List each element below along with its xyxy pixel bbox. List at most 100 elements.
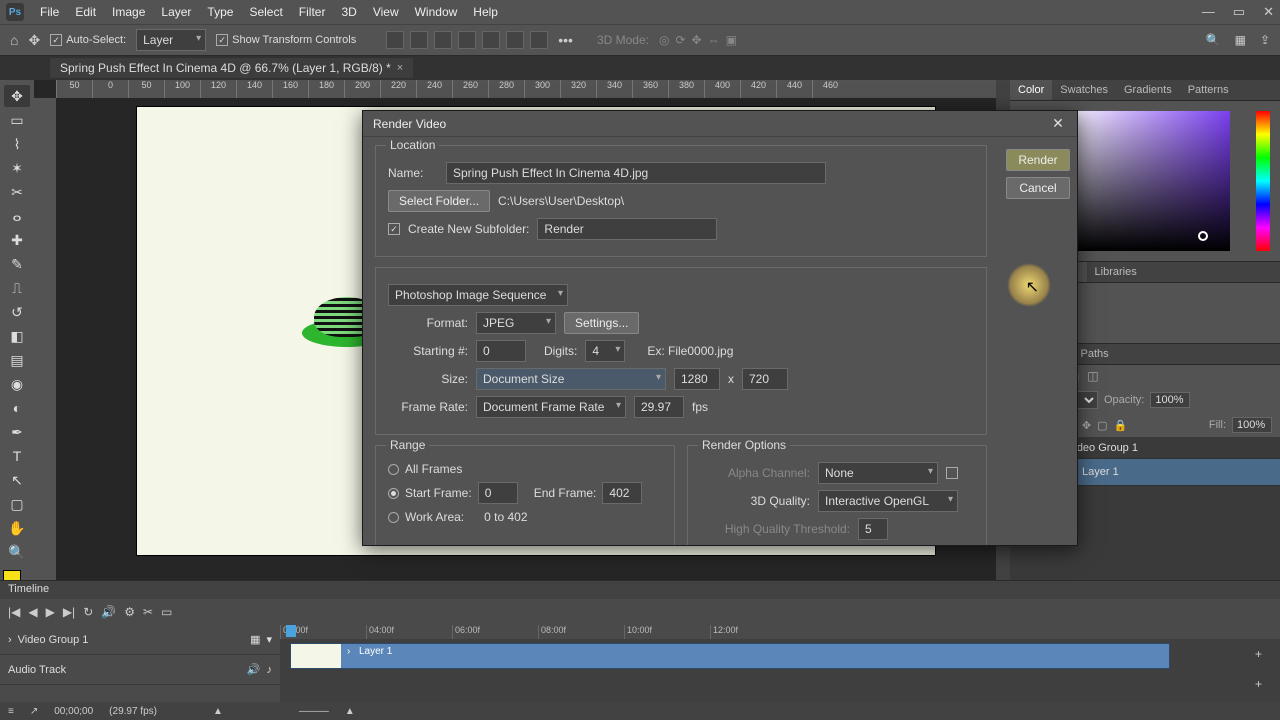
zoom-in-icon[interactable]: ▲ <box>345 706 355 717</box>
filename-input[interactable] <box>446 162 826 184</box>
quality-select[interactable]: Interactive OpenGL <box>818 490 958 512</box>
starting-number-input[interactable] <box>476 340 526 362</box>
home-icon[interactable]: ⌂ <box>10 32 18 48</box>
subfolder-input[interactable] <box>537 218 717 240</box>
lock-position-icon[interactable]: ✥ <box>1082 419 1091 432</box>
mute-icon[interactable]: 🔊 <box>101 605 116 619</box>
type-tool[interactable]: T <box>4 445 30 467</box>
digits-select[interactable]: 4 <box>585 340 625 362</box>
shape-tool[interactable]: ▢ <box>4 493 30 515</box>
zoom-slider[interactable]: ——— <box>299 706 329 717</box>
stamp-tool[interactable]: ⎍ <box>4 277 30 299</box>
color-field[interactable] <box>1060 111 1230 251</box>
tab-color[interactable]: Color <box>1010 80 1052 100</box>
render-button[interactable]: Render <box>1006 149 1070 171</box>
menu-layer[interactable]: Layer <box>153 5 199 19</box>
menu-file[interactable]: File <box>32 5 67 19</box>
audio-menu-icon[interactable]: ♪ <box>267 664 273 676</box>
timeline-menu-icon[interactable]: ≡ <box>8 706 14 717</box>
wand-tool[interactable]: ✶ <box>4 157 30 179</box>
prev-frame-icon[interactable]: ◀ <box>28 605 37 619</box>
close-app-icon[interactable]: ✕ <box>1263 4 1274 20</box>
convert-icon[interactable]: ↗ <box>30 706 38 717</box>
pen-tool[interactable]: ✒ <box>4 421 30 443</box>
close-tab-icon[interactable]: × <box>397 62 403 74</box>
doc-tab[interactable]: Spring Push Effect In Cinema 4D @ 66.7% … <box>50 58 413 78</box>
history-brush-tool[interactable]: ↺ <box>4 301 30 323</box>
mute-track-icon[interactable]: 🔊 <box>247 663 261 676</box>
framerate-select[interactable]: Document Frame Rate <box>476 396 626 418</box>
align-middle-icon[interactable] <box>482 31 500 49</box>
menu-select[interactable]: Select <box>241 5 290 19</box>
end-frame-input[interactable] <box>602 482 642 504</box>
subfolder-checkbox[interactable] <box>388 223 400 235</box>
add-audio-icon[interactable]: + <box>1255 677 1262 691</box>
tab-libraries[interactable]: Libraries <box>1087 262 1145 282</box>
path-tool[interactable]: ↖ <box>4 469 30 491</box>
framerate-input[interactable] <box>634 396 684 418</box>
cancel-button[interactable]: Cancel <box>1006 177 1070 199</box>
lock-artboard-icon[interactable]: ▢ <box>1097 419 1107 432</box>
hand-tool[interactable]: ✋ <box>4 517 30 539</box>
crop-tool[interactable]: ✂ <box>4 181 30 203</box>
hue-slider[interactable] <box>1256 111 1270 251</box>
opacity-input[interactable] <box>1150 392 1190 408</box>
healing-tool[interactable]: ✚ <box>4 229 30 251</box>
dodge-tool[interactable]: ◐ <box>4 397 30 419</box>
auto-select-target[interactable]: Layer <box>136 29 206 51</box>
blur-tool[interactable]: ◉ <box>4 373 30 395</box>
tab-swatches[interactable]: Swatches <box>1052 80 1116 100</box>
format-select[interactable]: JPEG <box>476 312 556 334</box>
next-frame-icon[interactable]: ▶| <box>63 605 75 619</box>
lasso-tool[interactable]: ⌇ <box>4 133 30 155</box>
timeline-tracks[interactable]: 02:00f04:00f06:00f 08:00f10:00f12:00f › … <box>280 625 1280 702</box>
move-tool[interactable]: ✥ <box>4 85 30 107</box>
align-top-icon[interactable] <box>458 31 476 49</box>
menu-edit[interactable]: Edit <box>67 5 104 19</box>
tab-gradients[interactable]: Gradients <box>1116 80 1180 100</box>
gradient-tool[interactable]: ▤ <box>4 349 30 371</box>
auto-select-checkbox[interactable]: Auto-Select: <box>50 34 126 46</box>
select-folder-button[interactable]: Select Folder... <box>388 190 490 212</box>
maximize-icon[interactable]: ▭ <box>1233 4 1245 20</box>
start-frame-radio[interactable]: Start Frame: End Frame: <box>388 482 662 504</box>
all-frames-radio[interactable]: All Frames <box>388 462 662 476</box>
tab-patterns[interactable]: Patterns <box>1180 80 1237 100</box>
settings-icon[interactable]: ⚙ <box>124 605 135 619</box>
menu-type[interactable]: Type <box>199 5 241 19</box>
height-input[interactable] <box>742 368 788 390</box>
align-right-icon[interactable] <box>434 31 452 49</box>
menu-help[interactable]: Help <box>465 5 506 19</box>
search-icon[interactable]: 🔍 <box>1206 33 1221 47</box>
audio-track-row[interactable]: Audio Track 🔊 ♪ <box>0 655 280 685</box>
loop-icon[interactable]: ↻ <box>83 605 93 619</box>
add-media-icon[interactable]: + <box>1255 647 1262 661</box>
align-bottom-icon[interactable] <box>506 31 524 49</box>
workspace-icon[interactable]: ▦ <box>1235 33 1246 47</box>
play-icon[interactable]: ▶ <box>46 605 55 619</box>
tab-paths[interactable]: Paths <box>1072 344 1116 364</box>
video-clip[interactable]: › Layer 1 <box>290 643 1170 669</box>
more-icon[interactable]: ••• <box>558 32 573 48</box>
time-ruler[interactable]: 02:00f04:00f06:00f 08:00f10:00f12:00f <box>280 625 1280 639</box>
menu-view[interactable]: View <box>365 5 407 19</box>
lock-all-icon[interactable]: 🔒 <box>1114 419 1128 432</box>
width-input[interactable] <box>674 368 720 390</box>
zoom-tool[interactable]: 🔍 <box>4 541 30 563</box>
size-select[interactable]: Document Size <box>476 368 666 390</box>
share-icon[interactable]: ⇪ <box>1260 33 1270 47</box>
chevron-right-icon[interactable]: › <box>347 646 350 657</box>
menu-window[interactable]: Window <box>407 5 466 19</box>
work-area-radio[interactable]: Work Area: 0 to 402 <box>388 510 662 524</box>
eraser-tool[interactable]: ◧ <box>4 325 30 347</box>
playhead[interactable] <box>286 625 296 637</box>
menu-3d[interactable]: 3D <box>333 5 364 19</box>
close-dialog-icon[interactable]: ✕ <box>1049 115 1067 133</box>
marquee-tool[interactable]: ▭ <box>4 109 30 131</box>
menu-filter[interactable]: Filter <box>291 5 334 19</box>
align-left-icon[interactable] <box>386 31 404 49</box>
minimize-icon[interactable]: — <box>1202 4 1215 20</box>
video-track-row[interactable]: › Video Group 1 ▦ ▾ <box>0 625 280 655</box>
move-tool-icon[interactable]: ✥ <box>28 32 40 49</box>
filter-smart-icon[interactable]: ◫ <box>1087 369 1098 383</box>
